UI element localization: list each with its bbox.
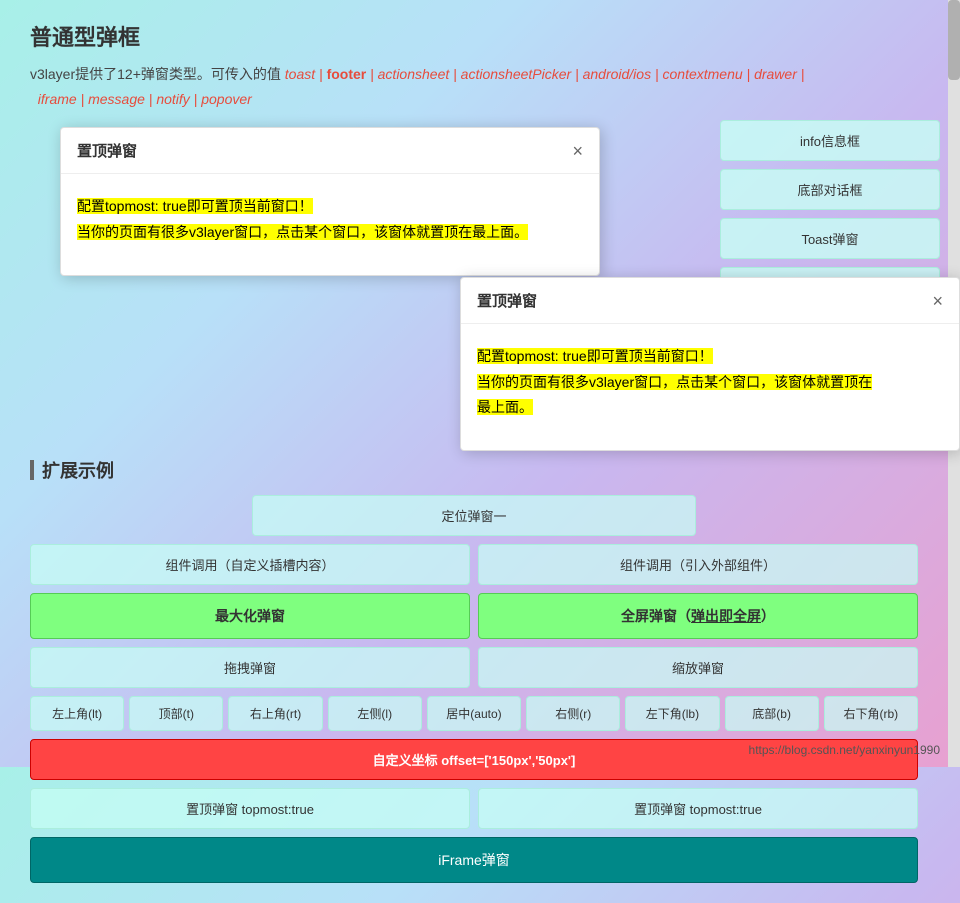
component-external-btn[interactable]: 组件调用（引入外部组件） bbox=[478, 544, 918, 585]
pos-t-btn[interactable]: 顶部(t) bbox=[129, 696, 223, 731]
fullscreen-btn[interactable]: 全屏弹窗（弹出即全屏） bbox=[478, 593, 918, 639]
pos-lt-btn[interactable]: 左上角(lt) bbox=[30, 696, 124, 731]
component-row: 组件调用（自定义插槽内容） 组件调用（引入外部组件） bbox=[30, 544, 918, 585]
pos-lb-btn[interactable]: 左下角(lb) bbox=[625, 696, 719, 731]
desc-prefix: v3layer提供了12+弹窗类型。可传入的值 bbox=[30, 66, 285, 82]
modal-1[interactable]: 置顶弹窗 × 配置topmost: true即可置顶当前窗口！ 当你的页面有很多… bbox=[60, 127, 600, 275]
modal-1-title: 置顶弹窗 bbox=[77, 140, 137, 161]
fullscreen-sub: 弹出即全屏 bbox=[691, 608, 761, 624]
description: v3layer提供了12+弹窗类型。可传入的值 toast | footer |… bbox=[30, 62, 918, 112]
scale-btn[interactable]: 缩放弹窗 bbox=[478, 647, 918, 688]
modal-2-header: 置顶弹窗 × bbox=[461, 278, 959, 324]
modal-1-line2: 当你的页面有很多v3layer窗口，点击某个窗口，该窗体就置顶在最上面。 bbox=[77, 224, 528, 240]
ext-title-text: 扩展示例 bbox=[42, 457, 114, 483]
modal-1-close[interactable]: × bbox=[572, 142, 583, 160]
pos-auto-btn[interactable]: 居中(auto) bbox=[427, 696, 521, 731]
modals-container: 置顶弹窗 × 配置topmost: true即可置顶当前窗口！ 当你的页面有很多… bbox=[30, 127, 918, 447]
drag-scale-row: 拖拽弹窗 缩放弹窗 bbox=[30, 647, 918, 688]
position-one-row: 定位弹窗一 bbox=[30, 495, 918, 536]
scrollbar-thumb[interactable] bbox=[948, 0, 960, 80]
extension-section: 扩展示例 定位弹窗一 组件调用（自定义插槽内容） 组件调用（引入外部组件） 最大… bbox=[30, 457, 918, 883]
maximize-btn[interactable]: 最大化弹窗 bbox=[30, 593, 470, 639]
modal-2-body: 配置topmost: true即可置顶当前窗口！ 当你的页面有很多v3layer… bbox=[461, 324, 959, 450]
pos-b-btn[interactable]: 底部(b) bbox=[725, 696, 819, 731]
topmost2-btn[interactable]: 置顶弹窗 topmost:true bbox=[478, 788, 918, 829]
modal-2[interactable]: 置顶弹窗 × 配置topmost: true即可置顶当前窗口！ 当你的页面有很多… bbox=[460, 277, 960, 451]
modal-2-line2-end: 最上面。 bbox=[477, 399, 533, 415]
topmost-row: 置顶弹窗 topmost:true 置顶弹窗 topmost:true bbox=[30, 788, 918, 829]
ext-title: 扩展示例 bbox=[30, 457, 918, 483]
modal-1-body: 配置topmost: true即可置顶当前窗口！ 当你的页面有很多v3layer… bbox=[61, 174, 599, 274]
position-row: 左上角(lt) 顶部(t) 右上角(rt) 左侧(l) 居中(auto) 右侧(… bbox=[30, 696, 918, 731]
watermark: https://blog.csdn.net/yanxinyun1990 bbox=[749, 743, 940, 757]
modal-2-line2: 当你的页面有很多v3layer窗口，点击某个窗口，该窗体就置顶在最上面。 bbox=[477, 374, 872, 415]
modal-2-line1: 配置topmost: true即可置顶当前窗口！ bbox=[477, 348, 713, 364]
main-content: 普通型弹框 v3layer提供了12+弹窗类型。可传入的值 toast | fo… bbox=[0, 0, 948, 903]
maximize-row: 最大化弹窗 全屏弹窗（弹出即全屏） bbox=[30, 593, 918, 639]
pos-rt-btn[interactable]: 右上角(rt) bbox=[228, 696, 322, 731]
pos-r-btn[interactable]: 右侧(r) bbox=[526, 696, 620, 731]
drag-btn[interactable]: 拖拽弹窗 bbox=[30, 647, 470, 688]
topmost1-btn[interactable]: 置顶弹窗 topmost:true bbox=[30, 788, 470, 829]
modal-1-line1: 配置topmost: true即可置顶当前窗口！ bbox=[77, 198, 313, 214]
position-one-btn[interactable]: 定位弹窗一 bbox=[252, 495, 696, 536]
page-title: 普通型弹框 bbox=[30, 20, 918, 52]
modal-2-title: 置顶弹窗 bbox=[477, 290, 537, 311]
modal-2-close[interactable]: × bbox=[932, 292, 943, 310]
iframe-btn[interactable]: iFrame弹窗 bbox=[30, 837, 918, 883]
pos-l-btn[interactable]: 左侧(l) bbox=[328, 696, 422, 731]
pos-rb-btn[interactable]: 右下角(rb) bbox=[824, 696, 918, 731]
component-slot-btn[interactable]: 组件调用（自定义插槽内容） bbox=[30, 544, 470, 585]
modal-1-header: 置顶弹窗 × bbox=[61, 128, 599, 174]
footer-highlight: footer bbox=[327, 66, 367, 82]
iframe-row: iFrame弹窗 bbox=[30, 837, 918, 883]
fullscreen-label: 全屏弹窗（弹出即全屏） bbox=[621, 608, 775, 624]
